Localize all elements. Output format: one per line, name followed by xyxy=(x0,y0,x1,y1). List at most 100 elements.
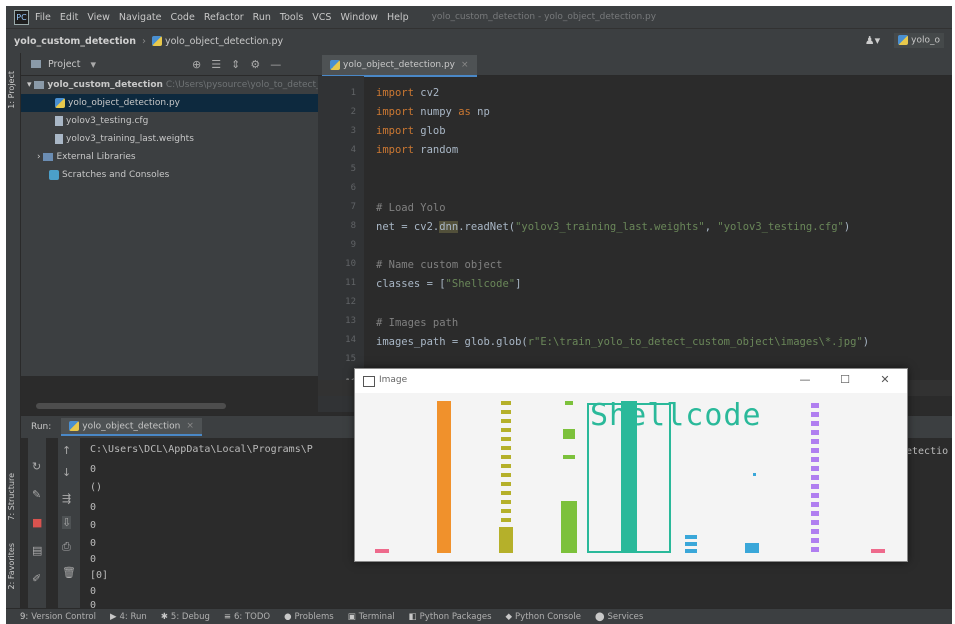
chevron-down-icon: ▾ xyxy=(27,80,35,90)
collapse-all-icon[interactable]: ☰ xyxy=(211,58,221,71)
blue-dot-mark xyxy=(753,473,756,476)
breadcrumb-file[interactable]: yolo_object_detection.py xyxy=(151,36,283,47)
stop-icon[interactable]: ■ xyxy=(32,516,42,529)
gear-icon[interactable]: ⚙ xyxy=(250,58,260,71)
line-number: 13 xyxy=(345,316,356,326)
status-debug[interactable]: ✱ 5: Debug xyxy=(161,612,210,622)
print-icon[interactable]: ⎙ xyxy=(62,540,71,554)
editor-tab-yolo-object-detection[interactable]: yolo_object_detection.py × xyxy=(322,55,477,77)
tree-external-libraries[interactable]: › External Libraries xyxy=(21,148,318,166)
console-line: 0 xyxy=(90,502,97,513)
arrow-up-icon[interactable]: ↑ xyxy=(62,444,71,457)
green-dash-mark xyxy=(565,401,573,405)
tree-root[interactable]: ▾ yolo_custom_detection C:\Users\pysourc… xyxy=(21,76,354,94)
weights-file-icon xyxy=(55,133,63,144)
console-line: [0] xyxy=(90,570,109,581)
tree-file-yolo-object-detection[interactable]: yolo_object_detection.py xyxy=(21,94,318,112)
status-python-console[interactable]: ◆ Python Console xyxy=(506,612,581,622)
status-services[interactable]: ⬤ Services xyxy=(595,612,643,622)
trash-icon[interactable]: 🗑 xyxy=(62,566,76,579)
code-line: import random xyxy=(376,144,459,156)
code-line: import glob xyxy=(376,125,446,137)
tool-window-bar: 9: Version Control ▶ 4: Run ✱ 5: Debug ≡ 6: … xyxy=(6,608,952,624)
rerun-icon[interactable]: ↻ xyxy=(32,460,41,473)
line-number: 5 xyxy=(350,164,356,174)
python-file-icon xyxy=(69,420,80,431)
status-terminal[interactable]: ▣ Terminal xyxy=(348,612,395,622)
menu-bar: PC File Edit View Navigate Code Refactor… xyxy=(6,6,952,28)
purple-text-mark xyxy=(811,403,819,553)
pycharm-logo-icon: PC xyxy=(14,9,29,25)
status-run[interactable]: ▶ 4: Run xyxy=(110,612,147,622)
favorites-tool-tab[interactable]: 2: Favorites xyxy=(7,543,16,589)
project-tool-tab[interactable]: 1: Project xyxy=(7,71,16,109)
library-icon xyxy=(43,152,54,161)
menu-window[interactable]: Window xyxy=(340,12,377,23)
run-configuration-select[interactable]: yolo_o xyxy=(894,33,944,48)
editor-tab-bar: yolo_object_detection.py × xyxy=(318,53,952,77)
code-editor[interactable]: import cv2 import numpy as np import glo… xyxy=(376,76,952,412)
project-tree: ▾ yolo_custom_detection C:\Users\pysourc… xyxy=(21,76,354,376)
close-icon[interactable]: × xyxy=(186,421,194,431)
soft-wrap-icon[interactable]: ⇶ xyxy=(62,492,71,505)
hide-panel-icon[interactable]: — xyxy=(270,58,281,71)
line-number: 15 xyxy=(345,354,356,364)
pin-icon[interactable]: ✐ xyxy=(32,572,41,585)
pink-bar-mark xyxy=(375,549,389,553)
arrow-down-icon[interactable]: ↓ xyxy=(62,466,71,479)
code-comment: # Name custom object xyxy=(376,259,503,271)
pink-bar-mark xyxy=(871,549,885,553)
problems-icon: ● xyxy=(284,612,292,622)
blue-bar-mark xyxy=(745,543,759,553)
code-comment: # Images path xyxy=(376,317,459,329)
project-view-select[interactable]: Project xyxy=(48,59,81,70)
maximize-button[interactable]: ☐ xyxy=(835,373,855,386)
code-line: import numpy as np xyxy=(376,106,490,118)
python-file-icon xyxy=(330,59,340,70)
dropdown-arrow-icon[interactable]: ▾ xyxy=(91,58,97,71)
breadcrumb-project[interactable]: yolo_custom_detection xyxy=(14,36,136,47)
menu-view[interactable]: View xyxy=(87,12,110,23)
olive-text-mark xyxy=(501,401,511,523)
menu-refactor[interactable]: Refactor xyxy=(204,12,244,23)
close-icon[interactable]: × xyxy=(461,60,469,70)
locate-file-icon[interactable]: ⊕ xyxy=(192,58,201,71)
scroll-to-end-icon[interactable]: ⇩ xyxy=(62,516,72,529)
tree-file-yolov3-weights[interactable]: yolov3_training_last.weights xyxy=(21,130,318,148)
user-icon[interactable]: ♟▾ xyxy=(865,34,880,47)
menu-vcs[interactable]: VCS xyxy=(312,12,331,23)
line-number: 14 xyxy=(345,335,356,345)
menu-help[interactable]: Help xyxy=(387,12,409,23)
image-window-titlebar[interactable]: Image — ☐ ✕ xyxy=(355,369,907,393)
green-dash-mark xyxy=(563,455,575,459)
status-python-packages[interactable]: ◧ Python Packages xyxy=(409,612,492,622)
minimize-button[interactable]: — xyxy=(795,373,815,386)
expand-all-icon[interactable]: ⇕ xyxy=(231,58,240,71)
line-number: 12 xyxy=(345,297,356,307)
code-line: images_path = glob.glob(r"E:\train_yolo_… xyxy=(376,336,870,348)
code-line: import cv2 xyxy=(376,87,440,99)
line-number: 1 xyxy=(350,88,356,98)
status-todo[interactable]: ≡ 6: TODO xyxy=(224,612,270,622)
tree-scratches[interactable]: Scratches and Consoles xyxy=(21,166,318,184)
layout-icon[interactable]: ▤ xyxy=(32,544,42,557)
menu-tools[interactable]: Tools xyxy=(280,12,303,23)
console-overflow-text: etectio xyxy=(906,446,949,457)
status-problems[interactable]: ● Problems xyxy=(284,612,334,622)
close-button[interactable]: ✕ xyxy=(875,373,895,386)
image-window[interactable]: Image — ☐ ✕ Shellcode xyxy=(354,368,908,562)
menu-code[interactable]: Code xyxy=(170,12,194,23)
status-version-control[interactable]: 9: Version Control xyxy=(20,612,96,622)
config-file-icon xyxy=(55,115,63,126)
menu-navigate[interactable]: Navigate xyxy=(119,12,162,23)
run-tab-yolo-object-detection[interactable]: yolo_object_detection × xyxy=(61,417,202,437)
tree-file-yolov3-testing[interactable]: yolov3_testing.cfg xyxy=(21,112,318,130)
wrench-icon[interactable]: ✎ xyxy=(32,488,41,501)
python-file-icon xyxy=(55,97,65,108)
horizontal-scrollbar[interactable] xyxy=(36,403,226,409)
menu-edit[interactable]: Edit xyxy=(60,12,78,23)
structure-tool-tab[interactable]: 7: Structure xyxy=(7,473,16,521)
menu-file[interactable]: File xyxy=(35,12,51,23)
editor-gutter: 1 2 3 4 5 6 7 8 9 10 11 12 13 14 15 16 xyxy=(318,76,364,412)
menu-run[interactable]: Run xyxy=(253,12,271,23)
